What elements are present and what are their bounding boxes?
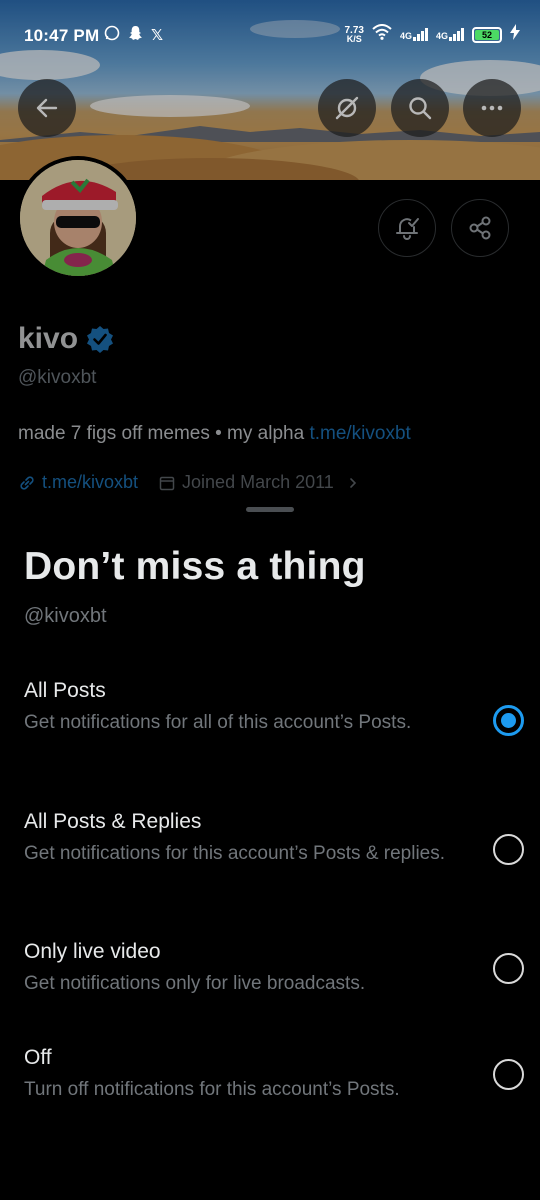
sheet-drag-handle[interactable]: [246, 507, 294, 512]
snapchat-icon: [128, 25, 143, 45]
back-button[interactable]: [18, 79, 76, 137]
bio-text: made 7 figs off memes • my alpha: [18, 423, 310, 444]
grok-button[interactable]: [318, 79, 376, 137]
radio-only-live-video[interactable]: [493, 953, 524, 984]
option-title: Off: [24, 1046, 52, 1069]
notification-settings-sheet: Don’t miss a thing @kivoxbt All Posts Ge…: [0, 497, 540, 1200]
option-description: Turn off notifications for this account’…: [24, 1079, 400, 1100]
battery-indicator: 52: [472, 26, 502, 43]
sheet-title: Don’t miss a thing: [24, 545, 366, 588]
signal-sim2: 4G: [436, 28, 464, 41]
radio-off[interactable]: [493, 1059, 524, 1090]
wifi-icon: [372, 24, 392, 45]
share-button[interactable]: [451, 199, 509, 257]
display-name-text: kivo: [18, 322, 79, 355]
network-speed: 7.73 K/S: [344, 24, 364, 44]
profile-handle: @kivoxbt: [18, 367, 97, 388]
option-title: All Posts & Replies: [24, 810, 202, 833]
option-all-posts-replies[interactable]: All Posts & Replies Get notifications fo…: [24, 810, 524, 866]
verified-badge-icon: [87, 326, 114, 353]
x-icon: 𝕏: [151, 27, 164, 44]
search-icon: [409, 97, 432, 120]
charging-icon: [510, 24, 520, 45]
more-icon: [481, 105, 503, 111]
bio-link[interactable]: t.me/kivoxbt: [309, 423, 410, 444]
option-title: Only live video: [24, 940, 161, 963]
option-description: Get notifications only for live broadcas…: [24, 973, 366, 994]
share-icon: [469, 216, 491, 240]
profile-display-name: kivo: [18, 322, 114, 356]
status-bar: 10:47 PM 𝕏 7.73 K/S 4G 4G 52: [0, 0, 540, 70]
profile-bio: made 7 figs off memes • my alpha t.me/ki…: [18, 423, 411, 445]
profile-meta: t.me/kivoxbt Joined March 2011: [18, 472, 360, 493]
notifications-button[interactable]: [378, 199, 436, 257]
radio-all-posts[interactable]: [493, 705, 524, 736]
arrow-left-icon: [36, 98, 58, 118]
chevron-right-icon[interactable]: [346, 476, 360, 490]
sheet-handle: @kivoxbt: [24, 605, 107, 627]
avatar-image: [20, 160, 136, 276]
grok-icon: [335, 96, 359, 120]
option-description: Get notifications for this account’s Pos…: [24, 843, 446, 864]
bell-check-icon: [396, 218, 419, 240]
link-icon: [20, 475, 34, 490]
status-time: 10:47 PM: [24, 26, 100, 45]
whatsapp-icon: [104, 25, 120, 45]
option-description: Get notifications for all of this accoun…: [24, 712, 412, 733]
option-all-posts[interactable]: All Posts Get notifications for all of t…: [24, 679, 524, 736]
option-off[interactable]: Off Turn off notifications for this acco…: [24, 1046, 524, 1102]
signal-sim1: 4G: [400, 28, 428, 41]
more-options-button[interactable]: [463, 79, 521, 137]
search-button[interactable]: [391, 79, 449, 137]
profile-avatar[interactable]: [16, 156, 140, 280]
radio-all-posts-replies[interactable]: [493, 834, 524, 865]
option-title: All Posts: [24, 679, 106, 702]
calendar-icon: [159, 476, 175, 490]
website-link[interactable]: t.me/kivoxbt: [42, 472, 138, 493]
joined-date: Joined March 2011: [182, 472, 334, 492]
option-only-live-video[interactable]: Only live video Get notifications only f…: [24, 940, 524, 996]
